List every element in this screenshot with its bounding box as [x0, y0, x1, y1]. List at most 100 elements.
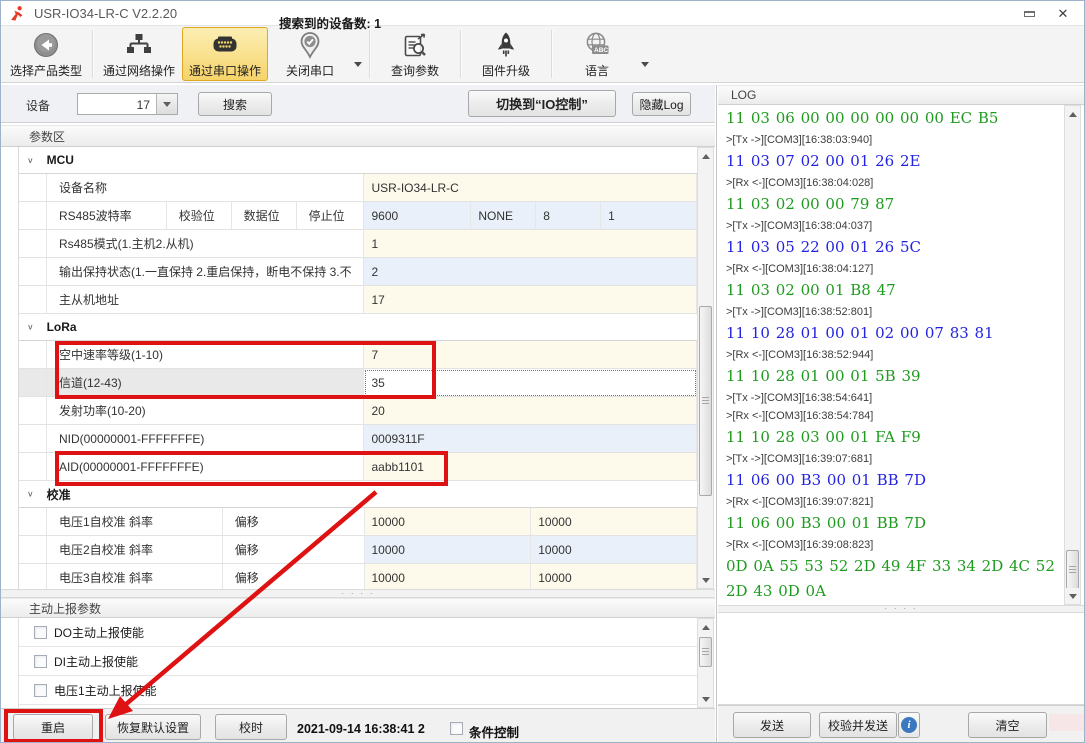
param-row[interactable]: AID(00000001-FFFFFFFE)aabb1101 — [19, 453, 697, 481]
info-button[interactable]: i — [898, 712, 920, 738]
toolbar-item-label: 通过串口操作 — [189, 62, 261, 79]
param-value[interactable]: 10000 — [365, 508, 532, 536]
report-checkbox[interactable] — [34, 626, 47, 639]
param-value[interactable]: 10000 — [531, 564, 697, 589]
param-row[interactable]: 空中速率等级(1-10)7 — [19, 341, 697, 369]
row-indent — [19, 230, 47, 258]
param-value[interactable]: 10000 — [531, 508, 697, 536]
toolbar-item-3[interactable]: 通过串口操作 — [182, 27, 268, 81]
device-select-value: 17 — [78, 94, 156, 114]
restart-button[interactable]: 重启 — [13, 714, 93, 740]
device-select[interactable]: 17 — [77, 93, 178, 115]
toolbar-item-4[interactable]: 关闭串口 — [268, 27, 352, 81]
report-checkbox[interactable] — [34, 655, 47, 668]
datetime-label: 2021-09-14 16:38:41 2 — [297, 722, 425, 736]
toolbar-item-7[interactable]: ABC语言 — [555, 27, 639, 81]
horizontal-splitter[interactable]: · · · · — [1, 589, 715, 598]
param-value[interactable]: 7 — [364, 341, 697, 369]
toolbar-separator — [369, 30, 370, 78]
section-header-row[interactable]: ∨MCU — [19, 147, 697, 174]
close-button[interactable]: ✕ — [1050, 4, 1076, 23]
param-value[interactable]: aabb1101 — [364, 453, 697, 481]
param-row[interactable]: 设备名称USR-IO34-LR-C — [19, 174, 697, 202]
param-row[interactable]: RS485波特率校验位数据位停止位9600NONE81 — [19, 202, 697, 230]
scroll-up-icon[interactable] — [698, 148, 713, 164]
back-icon — [31, 30, 61, 60]
report-scrollbar-thumb[interactable] — [699, 637, 712, 667]
param-row[interactable]: 输出保持状态(1.一直保持 2.重启保持，断电不保持 3.不2 — [19, 258, 697, 286]
param-row[interactable]: 信道(12-43)35 — [19, 369, 697, 397]
clear-button[interactable]: 清空 — [968, 712, 1047, 738]
log-scrollbar[interactable] — [1064, 105, 1081, 605]
row-indent — [19, 286, 47, 314]
log-scrollbar-thumb[interactable] — [1066, 550, 1079, 589]
scroll-down-icon[interactable] — [698, 572, 713, 588]
row-indent — [19, 564, 47, 589]
scroll-down-icon[interactable] — [1065, 588, 1080, 604]
param-row[interactable]: 主从机地址17 — [19, 286, 697, 314]
param-row[interactable]: 电压2自校准 斜率偏移1000010000 — [19, 536, 697, 564]
param-row[interactable]: NID(00000001-FFFFFFFE)0009311F — [19, 425, 697, 453]
sync-time-button[interactable]: 校时 — [215, 714, 287, 740]
scroll-down-icon[interactable] — [698, 691, 713, 707]
param-value[interactable]: 20 — [364, 397, 697, 425]
param-row[interactable]: 电压1自校准 斜率偏移1000010000 — [19, 508, 697, 536]
toolbar-item-2[interactable]: 通过网络操作 — [96, 27, 182, 81]
minimize-button[interactable] — [1016, 4, 1042, 23]
toolbar-item-5[interactable]: 查询参数 — [373, 27, 457, 81]
scroll-up-icon[interactable] — [1065, 106, 1080, 122]
param-label: 发射功率(10-20) — [47, 397, 365, 425]
rocket-icon — [491, 30, 521, 60]
network-icon — [124, 30, 154, 60]
device-select-arrow[interactable] — [156, 94, 177, 114]
restore-defaults-button[interactable]: 恢复默认设置 — [105, 714, 201, 740]
send-button[interactable]: 发送 — [733, 712, 811, 738]
param-value[interactable]: 9600 — [364, 202, 471, 230]
param-scrollbar[interactable] — [697, 147, 714, 589]
verify-send-button[interactable]: 校验并发送 — [819, 712, 897, 738]
pin-check-icon — [295, 30, 325, 60]
condition-control-checkbox[interactable] — [450, 722, 463, 735]
dropdown-arrow-icon[interactable] — [641, 62, 649, 67]
param-value[interactable]: 1 — [364, 230, 697, 258]
app-window: USR-IO34-LR-C V2.2.20 ✕ 选择产品类型通过网络操作通过串口… — [0, 0, 1085, 743]
param-value[interactable]: 8 — [536, 202, 601, 230]
param-value[interactable]: 2 — [364, 258, 697, 286]
toolbar-item-6[interactable]: 固件升级 — [464, 27, 548, 81]
report-scrollbar[interactable] — [697, 618, 714, 708]
param-value[interactable]: 10000 — [365, 564, 532, 589]
search-button[interactable]: 搜索 — [198, 92, 272, 116]
report-checkbox[interactable] — [34, 684, 47, 697]
param-row[interactable]: Rs485模式(1.主机2.从机)1 — [19, 230, 697, 258]
param-label: 电压3自校准 斜率 — [47, 564, 223, 589]
section-header-row[interactable]: ∨校准 — [19, 481, 697, 508]
param-scrollbar-thumb[interactable] — [699, 306, 712, 496]
dropdown-arrow-icon[interactable] — [354, 62, 362, 67]
toolbar-item-label: 查询参数 — [391, 62, 439, 79]
param-value[interactable]: NONE — [471, 202, 536, 230]
log-entry-tx: 0D 0A 55 53 52 2D 49 4F 33 34 2D 4C 52 2… — [726, 554, 1064, 604]
row-indent — [19, 202, 47, 230]
row-indent — [19, 341, 47, 369]
param-label: 输出保持状态(1.一直保持 2.重启保持，断电不保持 3.不 — [47, 258, 365, 286]
report-panel-header: 主动上报参数 — [1, 598, 715, 618]
send-input[interactable] — [718, 613, 1084, 705]
condition-control-label: 条件控制 — [469, 722, 519, 741]
param-value[interactable]: 1 — [601, 202, 697, 230]
param-value[interactable]: 17 — [364, 286, 697, 314]
param-value[interactable]: 35 — [364, 369, 697, 397]
log-splitter[interactable]: · · · · — [718, 605, 1084, 613]
toolbar-item-1[interactable]: 选择产品类型 — [3, 27, 89, 81]
param-value[interactable]: 0009311F — [364, 425, 697, 453]
param-value[interactable]: 10000 — [531, 536, 697, 564]
section-header-row[interactable]: ∨LoRa — [19, 314, 697, 341]
grip-icon — [1069, 566, 1076, 574]
param-value[interactable]: 10000 — [365, 536, 532, 564]
param-row[interactable]: 电压3自校准 斜率偏移1000010000 — [19, 564, 697, 589]
hide-log-button[interactable]: 隐藏Log — [632, 92, 691, 116]
scroll-up-icon[interactable] — [698, 619, 713, 635]
param-value[interactable]: USR-IO34-LR-C — [364, 174, 697, 202]
switch-io-control-button[interactable]: 切换到“IO控制” — [468, 90, 616, 117]
param-row[interactable]: 发射功率(10-20)20 — [19, 397, 697, 425]
log-output[interactable]: 11 03 06 00 00 00 00 00 00 EC B5>[Tx ->]… — [718, 105, 1064, 605]
